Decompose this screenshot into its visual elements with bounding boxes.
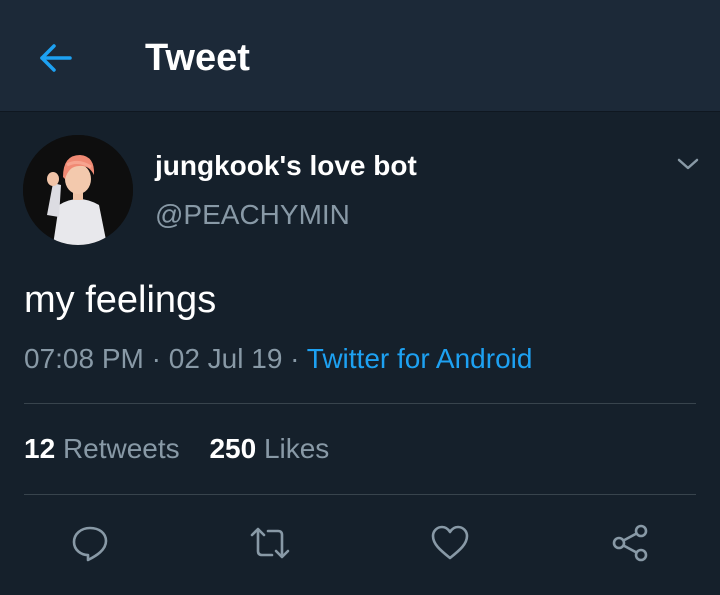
- divider: [24, 403, 696, 404]
- like-button[interactable]: [428, 521, 472, 565]
- retweets-stat[interactable]: 12 Retweets: [24, 430, 180, 468]
- share-button[interactable]: [608, 521, 652, 565]
- tweet-date: 02 Jul 19: [168, 343, 283, 374]
- meta-separator: ·: [290, 343, 300, 374]
- divider: [24, 494, 696, 495]
- avatar[interactable]: [23, 135, 133, 245]
- tweet-text: my feelings: [24, 279, 217, 321]
- back-button[interactable]: [34, 36, 78, 80]
- retweets-count: 12: [24, 433, 56, 464]
- author-handle[interactable]: @PEACHYMIN: [155, 197, 350, 233]
- retweets-label: Retweets: [62, 433, 180, 464]
- likes-stat[interactable]: 250 Likes: [209, 430, 329, 468]
- tweet-source-link[interactable]: Twitter for Android: [307, 343, 533, 374]
- author-display-name[interactable]: jungkook's love bot: [155, 148, 417, 184]
- heart-icon: [430, 524, 470, 562]
- retweet-button[interactable]: [248, 521, 292, 565]
- likes-count: 250: [209, 433, 257, 464]
- tweet-metadata: 07:08 PM · 02 Jul 19 · Twitter for Andro…: [24, 340, 532, 378]
- tweet-detail-screen: Tweet jungkook's love bot @PEACHYMIN my …: [0, 0, 720, 595]
- top-app-bar: Tweet: [0, 0, 720, 112]
- reply-icon: [70, 523, 110, 563]
- likes-label: Likes: [263, 433, 330, 464]
- engagement-stats: 12 Retweets 250 Likes: [24, 430, 351, 468]
- arrow-left-icon: [38, 42, 74, 74]
- chevron-down-icon: [676, 156, 700, 172]
- share-icon: [610, 523, 650, 563]
- reply-button[interactable]: [68, 521, 112, 565]
- more-options-button[interactable]: [672, 148, 704, 180]
- meta-separator: ·: [151, 343, 161, 374]
- page-title: Tweet: [145, 37, 250, 79]
- retweet-icon: [248, 523, 292, 563]
- tweet-time: 07:08 PM: [24, 343, 144, 374]
